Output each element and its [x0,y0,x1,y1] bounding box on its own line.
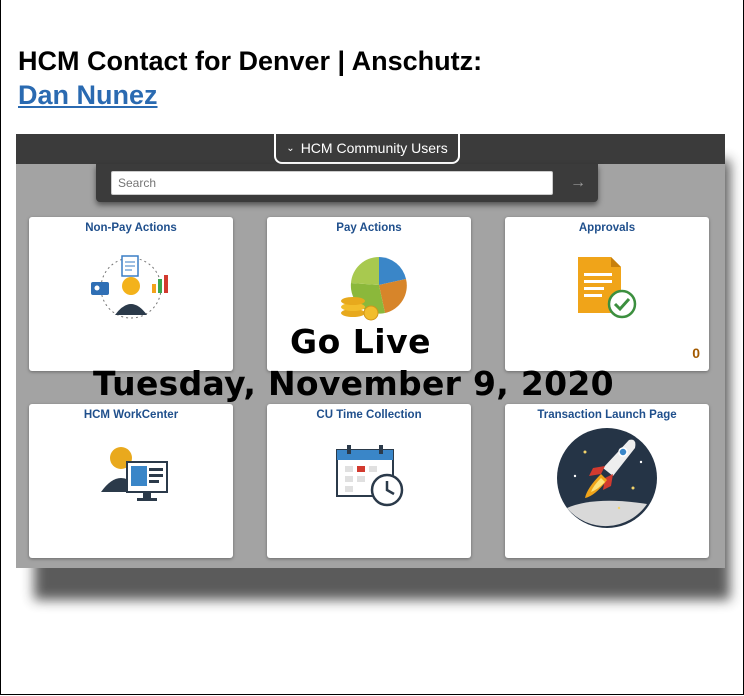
tile-title: Pay Actions [336,222,402,234]
tile-title: Non-Pay Actions [85,222,177,234]
pie-coins-icon [341,256,407,321]
contact-heading: HCM Contact for Denver | Anschutz: Dan N… [18,44,718,112]
chevron-down-icon: ⌄ [286,142,295,154]
tile-hcm-workcenter[interactable]: HCM WorkCenter [29,404,233,558]
tile-transaction-launch-page[interactable]: Transaction Launch Page [505,404,709,558]
rocket-icon [557,428,657,528]
tile-title: CU Time Collection [316,409,422,421]
homepage-selector[interactable]: ⌄ HCM Community Users [274,134,460,164]
homepage-selector-label: HCM Community Users [300,140,448,156]
search-input[interactable] [111,171,553,195]
contact-name-link[interactable]: Dan Nunez [18,80,158,110]
search-arrow-icon[interactable]: → [566,171,590,195]
search-panel: → [96,164,598,202]
tile-title: Transaction Launch Page [537,409,677,421]
tile-non-pay-actions[interactable]: Non-Pay Actions [29,217,233,371]
person-monitor-icon [101,447,168,501]
tile-approvals[interactable]: Approvals 0 [505,217,709,371]
approvals-count: 0 [692,345,700,361]
go-live-text: Go Live [290,322,431,361]
contact-title: HCM Contact for Denver | Anschutz: [18,46,483,76]
calendar-clock-icon [336,445,404,507]
tile-title: Approvals [578,222,636,234]
go-live-date: Tuesday, November 9, 2020 [93,364,614,403]
tile-title: HCM WorkCenter [83,409,179,421]
tile-cu-time-collection[interactable]: CU Time Collection [267,404,471,558]
document-check-icon [578,257,637,319]
people-actions-icon [91,255,168,319]
